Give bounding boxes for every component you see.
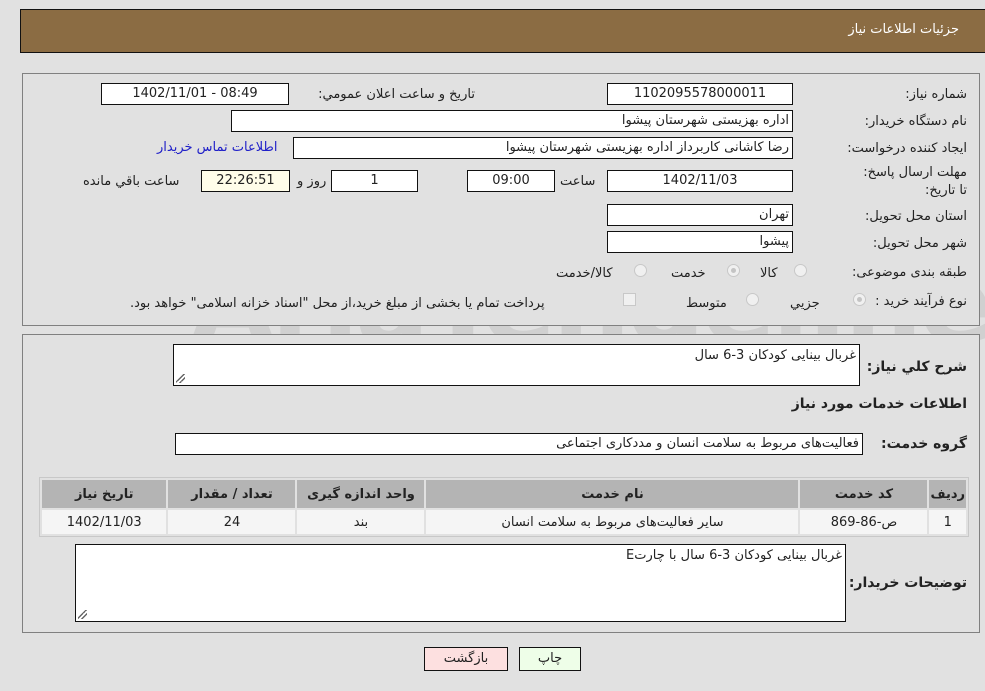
col-header-unit: واحد اندازه گیری bbox=[297, 480, 425, 508]
checkbox-icon bbox=[623, 293, 636, 306]
services-table: رديف کد خدمت نام خدمت واحد اندازه گیری ت… bbox=[39, 477, 969, 537]
col-header-need-date: تاریخ نیاز bbox=[42, 480, 167, 508]
category-radio-goods-service[interactable] bbox=[634, 264, 647, 277]
announce-label: تاريخ و ساعت اعلان عمومي: bbox=[318, 87, 475, 102]
cell-service-code: ص-86-869 bbox=[800, 510, 928, 534]
city-field[interactable]: پیشوا bbox=[607, 231, 793, 253]
radio-icon bbox=[634, 264, 647, 277]
table-header-row: رديف کد خدمت نام خدمت واحد اندازه گیری ت… bbox=[42, 480, 966, 508]
resize-handle-icon[interactable] bbox=[176, 374, 185, 383]
resize-handle-icon[interactable] bbox=[78, 610, 87, 619]
cell-row-number: 1 bbox=[929, 510, 966, 534]
summary-textarea[interactable]: غربال بینایی کودکان 3-6 سال bbox=[173, 344, 860, 386]
treasury-note: پرداخت تمام یا بخشی از مبلغ خرید،از محل … bbox=[130, 296, 545, 311]
summary-label: شرح کلي نياز: bbox=[866, 359, 967, 375]
creator-label: ایجاد کننده درخواست: bbox=[847, 141, 967, 156]
back-button[interactable]: بازگشت bbox=[424, 647, 508, 671]
cell-unit: بند bbox=[297, 510, 425, 534]
deadline-time-field[interactable]: 09:00 bbox=[467, 170, 555, 192]
col-header-row-number: رديف bbox=[929, 480, 966, 508]
category-radio-service[interactable] bbox=[727, 264, 740, 277]
buyer-org-field[interactable]: اداره بهزیستی شهرستان پیشوا bbox=[231, 110, 793, 132]
category-option-goods-service: کالا/خدمت bbox=[556, 266, 613, 281]
cell-need-date: 1402/11/03 bbox=[42, 510, 167, 534]
deadline-label: مهلت ارسال پاسخ: تا تاریخ: bbox=[863, 165, 967, 198]
cell-service-name: سایر فعالیت‌های مربوط به سلامت انسان bbox=[426, 510, 799, 534]
radio-checked-icon bbox=[727, 264, 740, 277]
need-number-field[interactable]: 1102095578000011 bbox=[607, 83, 793, 105]
radio-icon bbox=[794, 264, 807, 277]
days-label: روز و bbox=[297, 174, 327, 189]
category-option-service: خدمت bbox=[671, 266, 706, 281]
page-title: جزئیات اطلاعات نیاز bbox=[848, 22, 959, 37]
process-option-minor: جزيي bbox=[790, 296, 820, 311]
province-label: استان محل تحویل: bbox=[865, 209, 967, 224]
service-group-label: گروه خدمت: bbox=[881, 436, 967, 452]
services-heading: اطلاعات خدمات مورد نياز bbox=[791, 396, 967, 412]
cell-quantity: 24 bbox=[168, 510, 296, 534]
service-group-field[interactable]: فعالیت‌های مربوط به سلامت انسان و مددکار… bbox=[175, 433, 863, 455]
buyer-contact-link[interactable]: اطلاعات تماس خریدار bbox=[157, 140, 277, 155]
city-label: شهر محل تحویل: bbox=[872, 236, 967, 251]
buyer-notes-label: توضيحات خريدار: bbox=[848, 575, 967, 591]
summary-text: غربال بینایی کودکان 3-6 سال bbox=[694, 348, 856, 363]
province-field[interactable]: تهران bbox=[607, 204, 793, 226]
radio-icon bbox=[746, 293, 759, 306]
table-row: 1 ص-86-869 سایر فعالیت‌های مربوط به سلام… bbox=[42, 510, 966, 534]
days-remaining-field[interactable]: 1 bbox=[331, 170, 418, 192]
announce-datetime-field[interactable]: 1402/11/01 - 08:49 bbox=[101, 83, 289, 105]
category-label: طبقه بندی موضوعی: bbox=[851, 265, 967, 280]
category-radio-goods[interactable] bbox=[794, 264, 807, 277]
radio-checked-icon bbox=[853, 293, 866, 306]
deadline-date-field[interactable]: 1402/11/03 bbox=[607, 170, 793, 192]
buyer-notes-text: غربال بینایی کودکان 3-6 سال با چارتE bbox=[626, 548, 842, 563]
treasury-checkbox[interactable] bbox=[623, 293, 636, 306]
category-option-goods: کالا bbox=[760, 266, 778, 281]
process-radio-medium[interactable] bbox=[746, 293, 759, 306]
need-number-label: شماره نیاز: bbox=[905, 87, 967, 102]
page-header: جزئیات اطلاعات نیاز bbox=[20, 9, 985, 53]
remaining-time-field[interactable]: 22:26:51 bbox=[201, 170, 290, 192]
print-button[interactable]: چاپ bbox=[519, 647, 581, 671]
creator-field[interactable]: رضا کاشانی کاربرداز اداره بهزیستی شهرستا… bbox=[293, 137, 793, 159]
col-header-quantity: تعداد / مقدار bbox=[168, 480, 296, 508]
col-header-service-name: نام خدمت bbox=[426, 480, 799, 508]
remaining-label: ساعت باقي مانده bbox=[83, 174, 180, 189]
process-type-label: نوع فرآیند خرید : bbox=[875, 294, 967, 309]
process-radio-minor[interactable] bbox=[853, 293, 866, 306]
col-header-service-code: کد خدمت bbox=[800, 480, 928, 508]
process-option-medium: متوسط bbox=[686, 296, 727, 311]
buyer-notes-textarea[interactable]: غربال بینایی کودکان 3-6 سال با چارتE bbox=[75, 544, 846, 622]
buyer-org-label: نام دستگاه خریدار: bbox=[864, 114, 967, 129]
deadline-time-label: ساعت bbox=[560, 174, 596, 189]
